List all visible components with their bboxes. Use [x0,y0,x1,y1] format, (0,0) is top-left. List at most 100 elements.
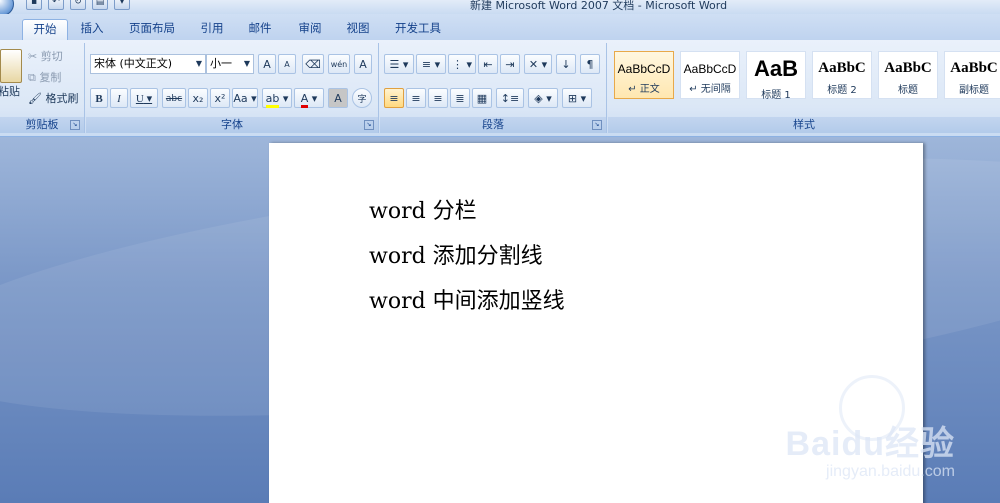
align-right-icon: ≡ [433,92,443,105]
align-center-icon: ≡ [411,92,421,105]
sort-button[interactable]: ↓ [556,54,576,74]
multilevel-list-button[interactable]: ⋮ ▾ [448,54,476,74]
superscript-button[interactable]: x² [210,88,230,108]
line-spacing-button[interactable]: ↕≡ [496,88,524,108]
shrink-font-button[interactable]: A [278,54,296,74]
style-sample: AaBbC [884,60,932,76]
strikethrough-button[interactable]: abc [162,88,186,108]
format-painter-button[interactable]: 🖌 格式刷 [28,90,78,106]
watermark-sub: jingyan.baidu.com [826,463,955,480]
style-normal[interactable]: AaBbCcD ↵ 正文 [614,51,674,99]
enclose-char-icon: 字 [357,95,367,105]
subscript-button[interactable]: x₂ [188,88,208,108]
shading-button[interactable]: ◈ ▾ [528,88,558,108]
subscript-icon: x₂ [192,92,204,105]
tab-references[interactable]: 引用 [192,19,232,39]
tab-mailings[interactable]: 邮件 [240,19,280,39]
char-shading-button[interactable]: A [328,88,348,108]
tab-page-layout[interactable]: 页面布局 [122,19,182,39]
multilevel-list-icon: ⋮ ▾ [451,58,473,71]
italic-icon: I [117,93,121,105]
font-color-button[interactable]: A ▾ [294,88,324,108]
style-heading-2[interactable]: AaBbC 标题 2 [812,51,872,99]
enclose-char-button[interactable]: 字 [352,88,372,108]
bold-icon: B [95,93,103,105]
align-left-button[interactable]: ≡ [384,88,404,108]
change-case-button[interactable]: Aa ▾ [232,88,258,108]
borders-button[interactable]: ⊞ ▾ [562,88,592,108]
quick-access-toolbar: ▪ ↶ ↻ ▤ ▾ [26,0,130,12]
watermark: Baidu经验 jingyan.baidu.com [786,416,955,481]
underline-button[interactable]: U ▾ [130,88,158,108]
bold-button[interactable]: B [90,88,108,108]
increase-indent-button[interactable]: ⇥ [500,54,520,74]
paint-bucket-icon: ◈ ▾ [534,92,552,105]
italic-button[interactable]: I [110,88,128,108]
redo-icon[interactable]: ↻ [70,0,86,10]
copy-button[interactable]: ⧉ 复制 [28,69,61,85]
style-name: 副标题 [959,85,989,96]
tab-home[interactable]: 开始 [22,19,68,40]
decrease-indent-icon: ⇤ [483,58,493,71]
phonetic-guide-button[interactable]: wén [328,54,350,74]
underline-icon: U [135,93,144,105]
cut-label: 剪切 [40,50,63,63]
customize-icon[interactable]: ▾ [114,0,130,10]
styles-group-label: 样式 [608,117,1000,133]
paste-icon[interactable] [0,49,22,83]
char-border-button[interactable]: A [354,54,372,74]
shrink-font-icon: A [284,60,290,69]
bullets-icon: ☰ ▾ [389,58,409,71]
font-name-select[interactable]: 宋体 (中文正文) ▼ [90,54,206,74]
styles-group: AaBbCcD ↵ 正文 AaBbCcD ↵ 无间隔 AaB 标题 1 AaBb… [608,43,1000,133]
decrease-indent-button[interactable]: ⇤ [478,54,498,74]
align-center-button[interactable]: ≡ [406,88,426,108]
style-title[interactable]: AaBbC 标题 [878,51,938,99]
tab-view[interactable]: 视图 [338,19,378,39]
style-heading-1[interactable]: AaB 标题 1 [746,51,806,101]
document-workspace: word 分栏 word 添加分割线 word 中间添加竖线 Baidu经验 j… [0,137,1000,503]
style-name: 标题 2 [827,85,857,96]
tab-developer[interactable]: 开发工具 [388,19,448,39]
highlight-button[interactable]: ab ▾ [262,88,292,108]
font-size-value: 小一 [210,57,232,70]
chinese-layout-button[interactable]: ✕ ▾ [524,54,552,74]
distribute-button[interactable]: ▦ [472,88,492,108]
paragraph-group: ☰ ▾ ≡ ▾ ⋮ ▾ ⇤ ⇥ ✕ ▾ ↓ ¶ ≡ ≡ ≡ ≣ ▦ ↕≡ ◈ ▾… [380,43,607,133]
format-painter-label: 格式刷 [45,92,79,105]
numbering-button[interactable]: ≡ ▾ [416,54,446,74]
char-border-icon: A [359,58,367,71]
font-launcher-icon[interactable]: ↘ [364,120,374,130]
grow-font-button[interactable]: A [258,54,276,74]
clear-format-button[interactable]: ⌫ [302,54,324,74]
show-marks-button[interactable]: ¶ [580,54,600,74]
title-bar: ▪ ↶ ↻ ▤ ▾ 新建 Microsoft Word 2007 文档 - Mi… [0,0,1000,16]
align-right-button[interactable]: ≡ [428,88,448,108]
style-name: 标题 [898,85,918,96]
document-line[interactable]: word 分栏 [369,193,477,225]
paragraph-group-label: 段落 [380,117,606,133]
document-line[interactable]: word 添加分割线 [369,238,543,270]
print-preview-icon[interactable]: ▤ [92,0,108,10]
justify-icon: ≣ [455,92,465,105]
clipboard-launcher-icon[interactable]: ↘ [70,120,80,130]
strikethrough-icon: abc [165,94,183,104]
font-size-select[interactable]: 小一 ▼ [206,54,254,74]
tab-insert[interactable]: 插入 [72,19,112,39]
paragraph-launcher-icon[interactable]: ↘ [592,120,602,130]
bullets-button[interactable]: ☰ ▾ [384,54,414,74]
copy-label: 复制 [39,71,62,84]
cut-button[interactable]: ✂ 剪切 [28,48,63,64]
tab-review[interactable]: 审阅 [290,19,330,39]
change-case-icon: Aa [233,92,248,105]
undo-icon[interactable]: ↶ [48,0,64,10]
paste-label[interactable]: 粘贴 [0,83,20,99]
document-line[interactable]: word 中间添加竖线 [369,283,565,315]
pilcrow-icon: ¶ [586,58,594,71]
save-icon[interactable]: ▪ [26,0,42,10]
eraser-icon: ⌫ [305,58,321,71]
style-subtitle[interactable]: AaBbC 副标题 [944,51,1000,99]
font-group-label: 字体 [86,117,378,133]
style-no-spacing[interactable]: AaBbCcD ↵ 无间隔 [680,51,740,99]
justify-button[interactable]: ≣ [450,88,470,108]
